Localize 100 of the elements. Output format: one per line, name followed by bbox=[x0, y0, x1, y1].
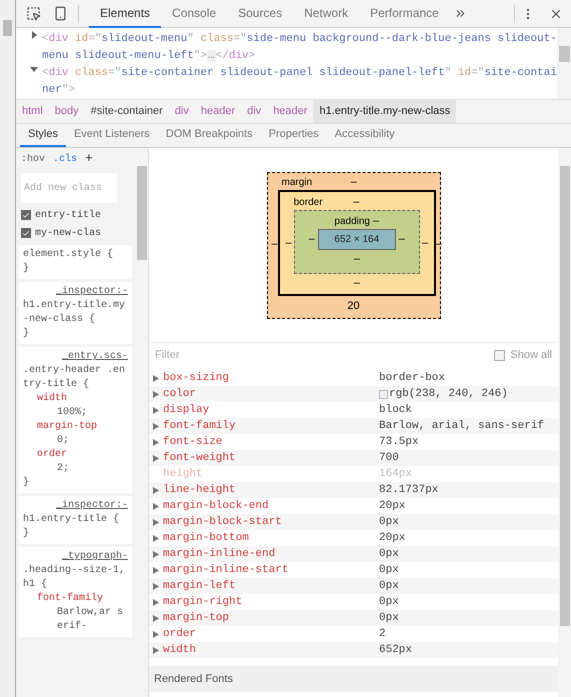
expand-arrow-icon[interactable] bbox=[153, 406, 159, 414]
color-swatch[interactable] bbox=[379, 390, 388, 398]
property-name: margin-block-start bbox=[163, 514, 283, 530]
section-header[interactable]: Rendered Fonts bbox=[149, 666, 558, 692]
source-link[interactable]: _inspector:- bbox=[23, 499, 128, 513]
box-label: border bbox=[294, 196, 323, 210]
property-name: margin-right bbox=[163, 594, 244, 610]
box-label: margin bbox=[282, 176, 312, 190]
property-name: margin-inline-start bbox=[163, 562, 290, 578]
panel-tab[interactable]: Elements bbox=[89, 0, 162, 28]
expand-arrow-icon[interactable] bbox=[153, 486, 159, 494]
property-value: 700 bbox=[379, 450, 399, 466]
property-value: 652px bbox=[379, 642, 412, 658]
computed-scrollbar[interactable] bbox=[558, 148, 571, 697]
expand-arrow-icon[interactable] bbox=[153, 566, 159, 574]
property-name: width bbox=[37, 392, 68, 406]
breadcrumb[interactable]: header bbox=[267, 100, 314, 123]
box-label: padding bbox=[334, 214, 370, 229]
page-scrollbar[interactable] bbox=[0, 0, 16, 697]
property-value: 20px bbox=[379, 498, 406, 514]
show-all-label: Show all bbox=[510, 348, 552, 364]
expand-arrow-icon[interactable] bbox=[153, 518, 159, 526]
expand-arrow-icon[interactable] bbox=[153, 438, 159, 446]
source-link[interactable]: _typograph- bbox=[23, 550, 128, 564]
rule-brace: } bbox=[23, 327, 30, 341]
expand-arrow-icon[interactable] bbox=[153, 374, 159, 382]
expand-arrow-icon[interactable] bbox=[153, 422, 159, 430]
add-rule-button[interactable]: + bbox=[85, 149, 93, 169]
breadcrumb[interactable]: html bbox=[16, 100, 49, 123]
expand-arrow-icon[interactable] bbox=[153, 502, 159, 510]
rule-brace: } bbox=[23, 262, 30, 276]
border-value: – bbox=[353, 196, 360, 208]
device-icon[interactable] bbox=[53, 6, 68, 21]
dom-scrollbar[interactable] bbox=[557, 28, 571, 99]
source-link[interactable]: _inspector:- bbox=[23, 285, 128, 299]
property-value: Barlow, arial, sans-serif bbox=[379, 418, 544, 434]
breadcrumb[interactable]: header bbox=[194, 100, 242, 123]
property-value: 20px bbox=[379, 530, 406, 546]
property-value: 82.1737px bbox=[379, 482, 438, 498]
panel-tab[interactable]: Performance bbox=[359, 0, 450, 28]
show-all-checkbox[interactable] bbox=[494, 350, 506, 361]
panel-tab[interactable]: Sources bbox=[227, 0, 294, 28]
rule-selector: .heading--size-1, h1 { bbox=[23, 564, 126, 592]
sub-tab[interactable]: Event Listeners bbox=[66, 124, 158, 147]
border-value: – bbox=[286, 237, 292, 250]
scrollbar-thumb[interactable] bbox=[3, 20, 12, 36]
source-link[interactable]: _entry.scs- bbox=[23, 350, 128, 364]
class-name: entry-title bbox=[35, 208, 102, 222]
expand-arrow-icon[interactable] bbox=[153, 534, 159, 542]
property-value: 0px bbox=[379, 594, 399, 610]
property-name: color bbox=[163, 386, 198, 402]
sub-tab[interactable]: Properties bbox=[260, 124, 327, 147]
property-name: order bbox=[37, 448, 68, 462]
hover-toggle[interactable]: :hov bbox=[21, 152, 46, 166]
margin-value: – bbox=[350, 176, 357, 188]
expand-arrow-icon[interactable] bbox=[153, 454, 159, 462]
filter-field[interactable]: Filter bbox=[155, 347, 494, 364]
dom-node[interactable]: <div class="site-container slideout-panel slideout-panel-left" id="site-container"> bbox=[42, 65, 557, 99]
expand-arrow-icon[interactable] bbox=[153, 550, 159, 558]
class-input[interactable]: Add new class bbox=[21, 173, 117, 203]
property-name: margin-block-end bbox=[163, 498, 270, 514]
breadcrumb[interactable]: div bbox=[168, 100, 195, 123]
expand-arrow-icon[interactable] bbox=[153, 598, 159, 606]
inspect-icon[interactable] bbox=[26, 6, 41, 21]
property-name: font-family bbox=[163, 418, 237, 434]
padding-value: – bbox=[372, 216, 380, 227]
property-value: 0px bbox=[379, 610, 399, 626]
sub-tab[interactable]: DOM Breakpoints bbox=[158, 124, 261, 147]
dom-node[interactable]: <div id="slideout-menu" class="side-menu background--dark-blue-jeans slideout-menu slideout-menu-left">…</div> bbox=[42, 31, 557, 65]
property-name: margin-bottom bbox=[163, 530, 250, 546]
styles-scrollbar[interactable] bbox=[135, 148, 149, 697]
expand-arrow-icon[interactable] bbox=[153, 630, 159, 638]
property-name: height bbox=[163, 466, 204, 482]
class-toggle[interactable]: .cls bbox=[53, 152, 78, 166]
expand-arrow-icon[interactable] bbox=[153, 582, 159, 590]
sub-tab[interactable]: Accessibility bbox=[326, 124, 403, 147]
expand-arrow-icon[interactable] bbox=[153, 614, 159, 622]
breadcrumb[interactable]: body bbox=[48, 100, 85, 123]
rule-selector: .entry-header .entry-title { bbox=[23, 364, 126, 392]
property-name: order bbox=[163, 626, 198, 642]
margin-value: 20 bbox=[347, 301, 360, 312]
breadcrumb[interactable]: div bbox=[241, 100, 268, 123]
property-value: rgb(238, 240, 246) bbox=[389, 386, 508, 402]
property-name: font-weight bbox=[163, 450, 237, 466]
panel-tab[interactable]: Console bbox=[161, 0, 228, 28]
property-name: font-size bbox=[163, 434, 224, 450]
panel-tab[interactable]: Network bbox=[293, 0, 360, 28]
expand-arrow-icon[interactable] bbox=[153, 646, 159, 654]
expand-arrow-icon[interactable] bbox=[153, 390, 159, 398]
border-value: – bbox=[422, 237, 428, 250]
more-tabs-icon[interactable] bbox=[454, 7, 467, 20]
class-checkbox[interactable] bbox=[21, 210, 31, 220]
property-value: 0px bbox=[379, 578, 399, 594]
class-checkbox[interactable] bbox=[21, 228, 31, 238]
breadcrumb[interactable]: h1.entry-title.my-new-class bbox=[313, 100, 456, 123]
property-value: 0px bbox=[379, 546, 399, 562]
rule-selector: h1.entry-title.my-new-class { bbox=[23, 299, 126, 327]
property-value: 164px bbox=[379, 466, 412, 482]
breadcrumb[interactable]: #site-container bbox=[84, 100, 169, 123]
property-name: font-family bbox=[37, 592, 104, 606]
